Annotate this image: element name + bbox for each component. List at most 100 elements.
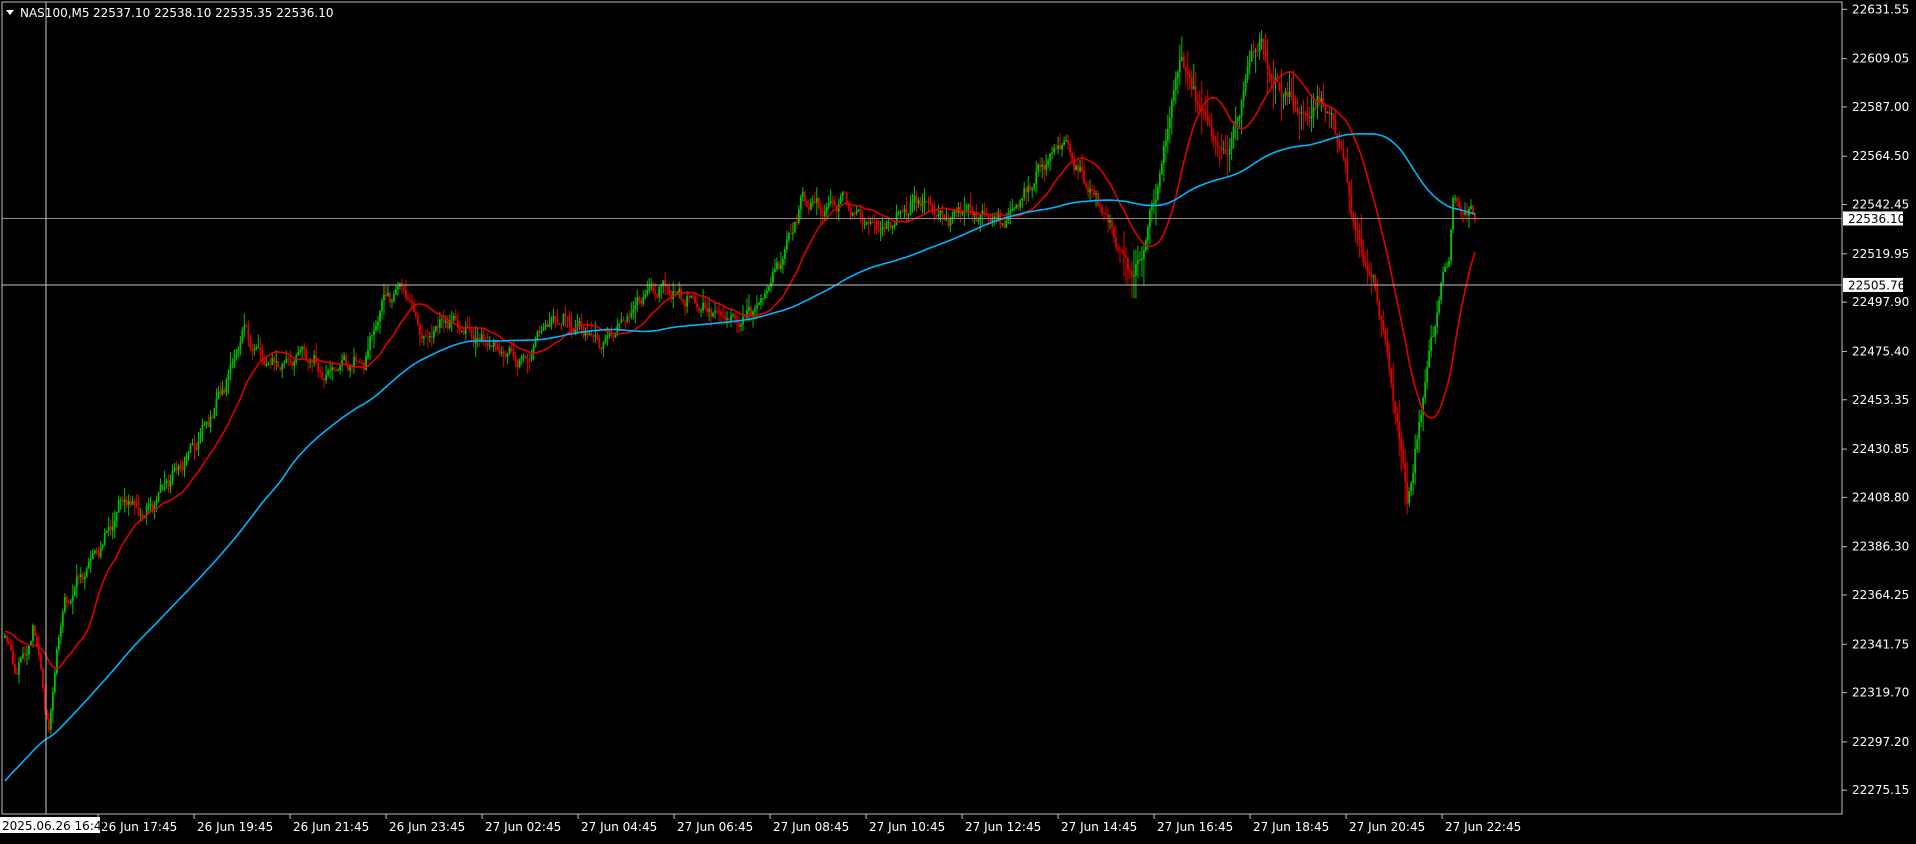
price-tick-label: 22364.25 (1852, 588, 1909, 602)
candle-body (1125, 254, 1127, 258)
candle-body (297, 352, 300, 356)
candle-body (1188, 73, 1191, 77)
candle-body (359, 361, 361, 363)
candle-body (275, 361, 278, 363)
candle-body (546, 324, 549, 327)
candle-body (309, 361, 312, 363)
candle-body (1272, 80, 1275, 82)
candle-body (1350, 196, 1353, 216)
price-chart[interactable]: 22631.55 22609.05 22587.00 22564.50 22542.45… (0, 0, 1916, 840)
candle-body (500, 351, 503, 354)
candle-body (482, 334, 485, 340)
candle-body (612, 336, 615, 338)
candle-body (73, 587, 76, 596)
chart-window[interactable]: 22631.55 22609.05 22587.00 22564.50 22542.45… (0, 0, 1916, 840)
candle-body (1426, 367, 1429, 383)
candle-body (1248, 61, 1251, 67)
candle-body (424, 335, 427, 337)
candle-body (889, 222, 892, 228)
candle-body (253, 349, 256, 351)
candle-body (891, 225, 894, 228)
candle-body (648, 286, 651, 291)
candle-body (99, 547, 102, 557)
candle-body (77, 576, 80, 578)
candle-body (313, 355, 316, 363)
candle-body (562, 313, 565, 325)
candle-body (642, 297, 645, 304)
candle-body (1214, 140, 1217, 142)
candle-body (1025, 187, 1028, 193)
candle-body (953, 210, 956, 217)
candle-body (1450, 229, 1452, 261)
candle-body (1047, 160, 1050, 165)
candle-body (1446, 266, 1448, 268)
candle-body (720, 312, 722, 316)
candle-body (397, 286, 399, 290)
candle-body (578, 321, 581, 324)
candle-body (1087, 186, 1089, 193)
candle-body (440, 319, 443, 321)
symbol-label: NAS100,M5 (20, 6, 90, 20)
candle-body (1384, 330, 1387, 340)
candle-body (243, 325, 246, 331)
candle-body (807, 207, 810, 210)
candle-body (722, 315, 724, 317)
candle-body (1075, 165, 1077, 171)
candle-body (107, 526, 110, 531)
candle-body (1154, 199, 1157, 203)
candle-body (586, 332, 589, 336)
candle-body (1009, 211, 1012, 215)
candle-body (1438, 300, 1440, 313)
time-tick-label: 27 Jun 04:45 (581, 820, 657, 834)
candle-body (708, 309, 710, 312)
candle-body (1013, 208, 1016, 210)
candle-body (1168, 117, 1171, 129)
price-tick-label: 22519.95 (1852, 247, 1909, 261)
candle-body (1176, 72, 1179, 78)
candle-body (1023, 187, 1026, 199)
candle-body (1338, 142, 1341, 148)
candle-body (81, 574, 84, 580)
candle-body (1268, 68, 1271, 76)
candle-body (1424, 382, 1427, 398)
candle-body (809, 203, 812, 210)
candle-body (1402, 450, 1405, 464)
crosshair-price-label: 22505.76 (1848, 278, 1905, 292)
candle-body (442, 319, 445, 323)
candle-body (205, 421, 208, 425)
candle-body (369, 336, 371, 350)
candle-body (1256, 50, 1259, 52)
candle-body (1236, 118, 1239, 122)
candle-body (1434, 326, 1437, 337)
candle-body (504, 354, 507, 357)
candle-body (1454, 198, 1456, 200)
candle-body (734, 314, 736, 320)
candle-body (85, 568, 88, 577)
candle-body (1328, 112, 1331, 115)
candle-body (883, 227, 886, 229)
candle-body (271, 358, 274, 366)
candle-body (239, 341, 242, 349)
candle-body (1061, 145, 1064, 150)
candle-body (69, 600, 72, 604)
candle-body (618, 323, 621, 327)
candle-body (702, 302, 705, 311)
candle-body (1320, 98, 1323, 102)
candle-body (855, 210, 858, 214)
candle-body (793, 222, 796, 233)
candle-body (472, 334, 475, 344)
candle-body (488, 345, 491, 347)
candle-body (1296, 110, 1299, 112)
candle-body (289, 359, 292, 361)
candle-body (460, 330, 463, 332)
candle-body (901, 211, 904, 213)
candle-body (939, 210, 942, 214)
candle-body (333, 367, 336, 371)
candle-body (1141, 258, 1143, 261)
candle-body (1294, 108, 1297, 111)
candle-body (1101, 206, 1103, 214)
candle-body (1131, 271, 1133, 277)
candle-body (189, 445, 192, 453)
candle-body (680, 288, 683, 300)
candle-body (201, 424, 204, 433)
